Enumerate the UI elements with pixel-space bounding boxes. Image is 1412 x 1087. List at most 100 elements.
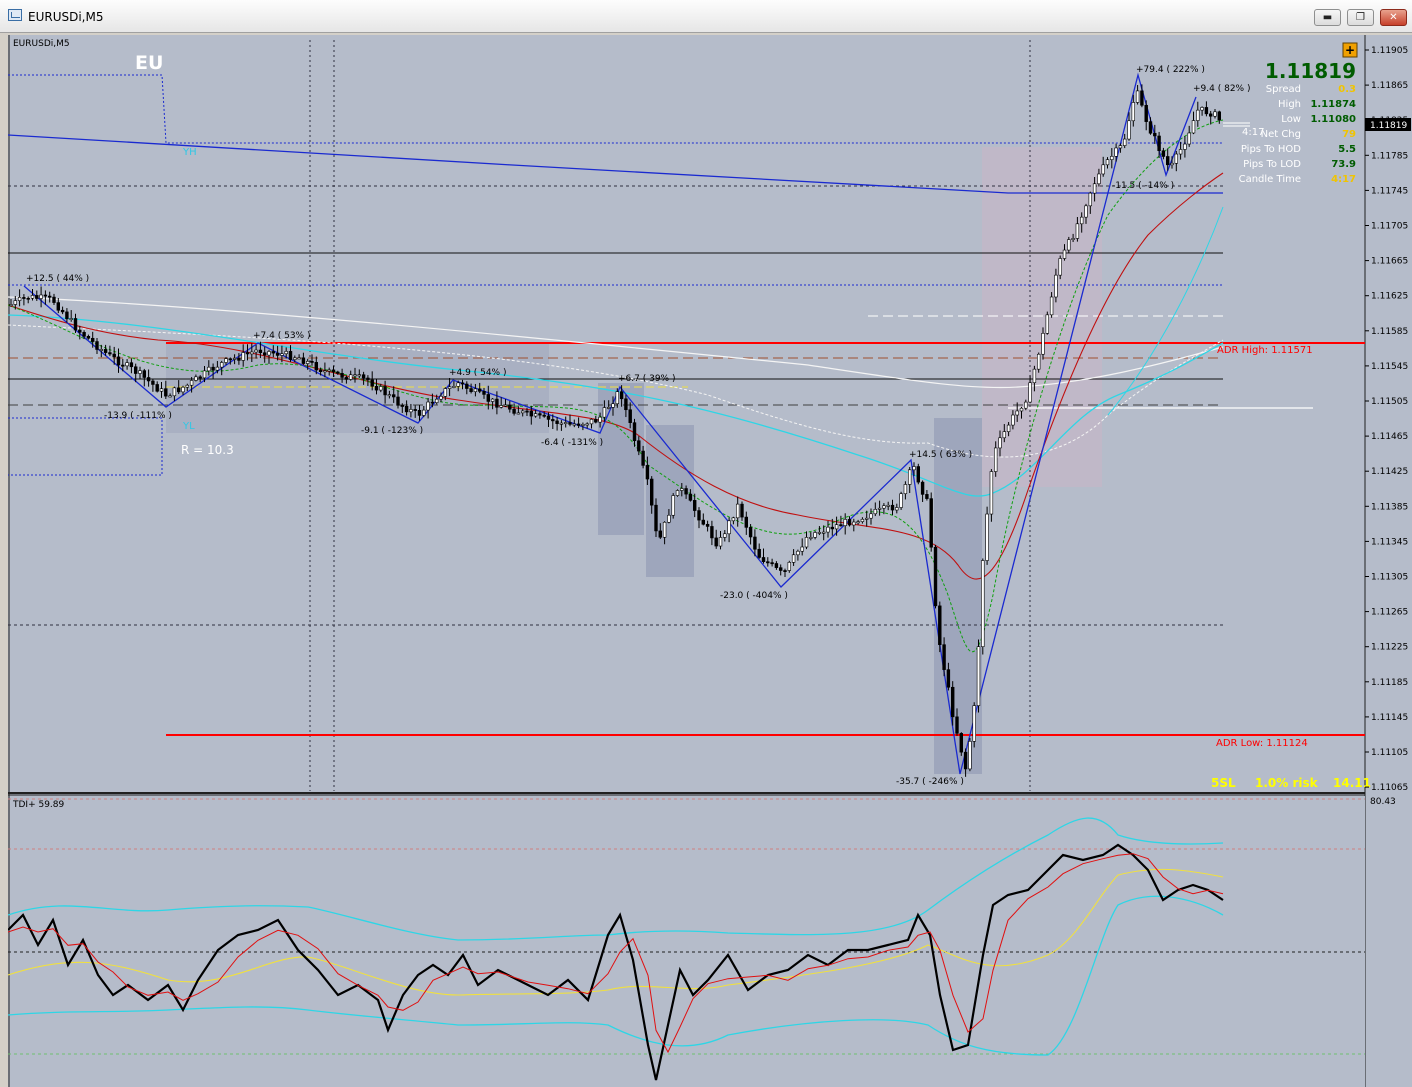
candle-body [1080, 216, 1084, 225]
candle-body [632, 422, 637, 442]
candle-body [387, 394, 392, 397]
candle-body [331, 369, 336, 373]
yh-label: YH [182, 147, 197, 158]
candle-body [654, 504, 658, 532]
candle-body [1062, 249, 1067, 259]
candle-body [735, 503, 740, 519]
chart-area[interactable]: +12.5 ( 44% ) -13.9 ( -111% ) +7.4 ( 53%… [8, 35, 1412, 1087]
title-bar[interactable]: EURUSDi,M5 ▬ ❐ ✕ [0, 0, 1412, 33]
price-axis-label: 1.11425 [1371, 467, 1408, 477]
candle-body [1174, 153, 1179, 164]
stop-loss-label: 5SL [1211, 776, 1236, 790]
candle-body [710, 526, 714, 539]
lot-size-label: 14.11 [1333, 776, 1371, 790]
candle-body [624, 398, 628, 411]
candle-body [985, 513, 989, 561]
candle-body [1213, 111, 1217, 117]
current-price: 1.11819 [1265, 59, 1356, 83]
stat-value: 1.11080 [1310, 114, 1356, 125]
candle-body [263, 352, 267, 356]
candle-body [215, 366, 220, 371]
candle-body [968, 741, 972, 770]
candle-body [748, 527, 753, 538]
candle-body [675, 490, 680, 496]
candle-body [1114, 147, 1118, 157]
tdi-max-label: 80.43 [1370, 797, 1396, 807]
candle-body [628, 409, 632, 423]
candle-body [1135, 90, 1140, 103]
price-axis-label: 1.11785 [1371, 151, 1408, 161]
candle-body [1067, 239, 1071, 251]
candle-body [658, 530, 663, 538]
candle-body [542, 414, 546, 417]
candle-body [323, 370, 327, 373]
candle-body [701, 519, 706, 525]
candle-body [1032, 368, 1037, 384]
candle-body [391, 394, 396, 398]
candle-body [250, 351, 254, 355]
candle-body [589, 419, 594, 425]
candle-body [1153, 132, 1157, 137]
price-axis-label: 1.11225 [1371, 643, 1408, 653]
candle-body [770, 562, 774, 565]
candle-body [1183, 143, 1187, 150]
candle-body [314, 362, 318, 371]
candle-body [477, 388, 482, 392]
candle-body [942, 644, 946, 670]
adr-high-label: ADR High: 1.11571 [1217, 345, 1313, 356]
candle-body [611, 403, 615, 408]
candle-body [598, 416, 602, 423]
candle-body [443, 388, 447, 397]
zigzag-label: -23.0 ( -404% ) [720, 591, 788, 601]
candle-body [912, 466, 916, 471]
candle-body [667, 514, 671, 523]
candle-body [761, 557, 766, 562]
price-chart[interactable]: +12.5 ( 44% ) -13.9 ( -111% ) +7.4 ( 53%… [8, 35, 1412, 1087]
candle-body [52, 296, 56, 303]
candle-body [959, 733, 964, 753]
candle-body [783, 570, 787, 572]
candle-body [86, 336, 91, 339]
candle-body [602, 407, 607, 418]
candle-body [220, 362, 224, 368]
candle-body [791, 554, 796, 563]
candle-body [293, 357, 297, 360]
candle-body [194, 376, 198, 381]
candle-body [340, 373, 344, 378]
candle-body [490, 398, 495, 402]
candle-body [95, 341, 99, 350]
price-axis-label: 1.11505 [1371, 397, 1408, 407]
candle-body [662, 521, 667, 538]
candle-body [168, 395, 172, 398]
candle-body [30, 295, 35, 299]
candle-body [310, 360, 314, 363]
candle-body [78, 329, 82, 333]
candle-body [305, 360, 310, 364]
candle-body [839, 524, 843, 527]
close-button[interactable]: ✕ [1380, 9, 1407, 26]
candle-body [981, 560, 985, 647]
candle-body [17, 297, 22, 301]
candle-body [65, 311, 69, 320]
candle-body [907, 469, 912, 485]
candle-body [1049, 296, 1054, 316]
candle-body [555, 420, 559, 424]
candle-body [804, 537, 809, 548]
maximize-button[interactable]: ❐ [1347, 9, 1374, 26]
candle-body [344, 377, 349, 380]
candle-body [1097, 173, 1101, 185]
candle-body [185, 384, 189, 388]
candle-body [847, 519, 852, 526]
candle-body [615, 391, 620, 405]
candle-body [35, 295, 39, 299]
candle-body [723, 533, 727, 538]
minimize-button[interactable]: ▬ [1314, 9, 1341, 26]
candle-body [929, 498, 933, 548]
candle-body [520, 410, 525, 414]
candle-body [447, 386, 452, 389]
chart-window-icon [8, 9, 22, 21]
zigzag-label: -6.4 ( -131% ) [541, 438, 603, 448]
price-axis-label: 1.11865 [1371, 81, 1408, 91]
zigzag-label: -35.7 ( -246% ) [896, 777, 964, 787]
candle-body [594, 419, 598, 423]
